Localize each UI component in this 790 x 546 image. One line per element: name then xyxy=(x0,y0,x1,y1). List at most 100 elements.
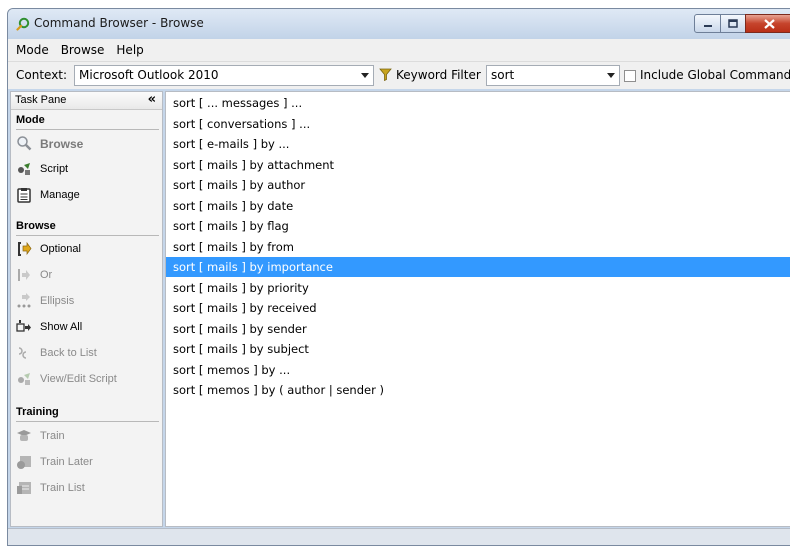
command-browser-window: Command Browser - Browse Mode Browse Hel… xyxy=(7,8,790,546)
menu-help[interactable]: Help xyxy=(116,43,143,57)
section-divider xyxy=(16,129,159,130)
context-toolbar: Context: Microsoft Outlook 2010 Keyword … xyxy=(8,61,790,89)
training-item-label: Train xyxy=(40,430,65,442)
window-title: Command Browser - Browse xyxy=(34,16,204,30)
keyword-filter-value: sort xyxy=(491,68,515,82)
command-row-selected[interactable]: sort [ mails ] by importance xyxy=(166,257,790,277)
command-text: sort [ memos ] by ( author | sender ) xyxy=(173,383,384,397)
section-divider xyxy=(16,235,159,236)
browse-item-label: Optional xyxy=(40,243,81,255)
optional-icon xyxy=(18,241,32,256)
mode-item-script[interactable]: Script xyxy=(16,160,159,180)
keyword-filter-dropdown[interactable]: sort xyxy=(486,65,620,86)
train-icon xyxy=(17,430,31,441)
mode-item-browse[interactable]: Browse xyxy=(16,134,159,154)
browse-item-label: Or xyxy=(40,269,53,281)
command-text: sort [ mails ] by sender xyxy=(173,322,307,336)
command-row[interactable]: sort [ conversations ] ... xyxy=(166,114,790,134)
mode-item-label: Browse xyxy=(40,137,84,151)
ellipsis-icon xyxy=(17,293,31,308)
train-later-icon xyxy=(17,456,31,469)
menu-mode[interactable]: Mode xyxy=(16,43,49,57)
command-text: sort [ mails ] by importance xyxy=(173,260,333,274)
status-bar xyxy=(8,528,790,545)
browse-item-label: Show All xyxy=(40,321,83,333)
command-text: sort [ mails ] by received xyxy=(173,301,317,315)
browse-item-ellipsis[interactable]: Ellipsis xyxy=(16,292,159,312)
browse-item-or[interactable]: Or xyxy=(16,266,159,286)
training-item-label: Train List xyxy=(40,482,85,494)
include-global-label[interactable]: Include Global Commands xyxy=(640,68,790,82)
chevron-down-icon xyxy=(361,73,369,78)
browse-item-label: View/Edit Script xyxy=(40,373,117,385)
show-all-icon xyxy=(16,320,31,332)
command-text: sort [ mails ] by subject xyxy=(173,342,309,356)
command-row[interactable]: sort [ mails ] by flag xyxy=(166,216,790,236)
minimize-button[interactable] xyxy=(694,14,721,33)
maximize-button[interactable] xyxy=(720,14,746,33)
command-row[interactable]: sort [ memos ] by ... xyxy=(166,360,790,380)
command-text: sort [ mails ] by author xyxy=(173,178,306,192)
training-item-train-later[interactable]: Train Later xyxy=(16,453,159,473)
manage-icon xyxy=(17,188,31,203)
command-row[interactable]: sort [ e-mails ] by ... xyxy=(166,134,790,154)
command-row[interactable]: sort [ ... messages ] ... xyxy=(166,93,790,113)
command-text: sort [ mails ] by flag xyxy=(173,219,289,233)
mode-item-label: Script xyxy=(40,163,69,175)
command-row[interactable]: sort [ mails ] by from xyxy=(166,237,790,257)
browse-item-show-all[interactable]: Show All xyxy=(16,318,159,338)
command-row[interactable]: sort [ mails ] by sender xyxy=(166,319,790,339)
command-row[interactable]: sort [ mails ] by date xyxy=(166,196,790,216)
collapse-pane-button[interactable]: « xyxy=(148,92,156,107)
command-row[interactable]: sort [ mails ] by priority xyxy=(166,278,790,298)
command-text: sort [ conversations ] ... xyxy=(173,117,311,131)
train-list-icon xyxy=(17,482,31,494)
task-pane: Task Pane « Mode Browse Script Manage Br… xyxy=(10,91,163,527)
app-icon xyxy=(16,17,30,31)
command-text: sort [ mails ] by priority xyxy=(173,281,309,295)
section-title-training: Training xyxy=(16,406,59,418)
include-global-checkbox[interactable] xyxy=(624,70,636,82)
browse-item-view-edit-script[interactable]: View/Edit Script xyxy=(16,370,159,390)
command-row[interactable]: sort [ mails ] by attachment xyxy=(166,155,790,175)
maximize-icon xyxy=(728,19,738,28)
training-item-train[interactable]: Train xyxy=(16,427,159,447)
context-value: Microsoft Outlook 2010 xyxy=(79,68,219,82)
command-text: sort [ memos ] by ... xyxy=(173,363,291,377)
command-text: sort [ e-mails ] by ... xyxy=(173,137,290,151)
close-icon xyxy=(763,18,775,29)
context-label: Context: xyxy=(16,68,68,82)
or-icon xyxy=(18,269,30,281)
close-button[interactable] xyxy=(745,14,790,33)
view-edit-script-icon xyxy=(18,373,30,385)
mode-item-manage[interactable]: Manage xyxy=(16,186,159,206)
command-text: sort [ mails ] by attachment xyxy=(173,158,335,172)
command-row[interactable]: sort [ memos ] by ( author | sender ) xyxy=(166,380,790,400)
browse-item-label: Back to List xyxy=(40,347,97,359)
keyword-filter-label: Keyword Filter xyxy=(396,68,481,82)
magnifier-icon xyxy=(17,136,32,151)
task-pane-header: Task Pane « xyxy=(11,92,162,110)
command-text: sort [ mails ] by date xyxy=(173,199,294,213)
chevron-down-icon xyxy=(607,73,615,78)
menu-browse[interactable]: Browse xyxy=(61,43,105,57)
filter-icon xyxy=(379,68,392,81)
browse-item-back-to-list[interactable]: Back to List xyxy=(16,344,159,364)
script-icon xyxy=(18,163,30,175)
command-row[interactable]: sort [ mails ] by received xyxy=(166,298,790,318)
context-dropdown[interactable]: Microsoft Outlook 2010 xyxy=(74,65,374,86)
task-pane-title: Task Pane xyxy=(15,94,67,106)
section-divider xyxy=(16,421,159,422)
section-title-mode: Mode xyxy=(16,114,45,126)
mode-item-label: Manage xyxy=(40,189,80,201)
command-list: sort [ ... messages ] ... sort [ convers… xyxy=(165,91,790,527)
section-title-browse: Browse xyxy=(16,220,56,232)
training-item-train-list[interactable]: Train List xyxy=(16,479,159,499)
browse-item-optional[interactable]: Optional xyxy=(16,240,159,260)
title-bar[interactable]: Command Browser - Browse xyxy=(8,9,790,39)
back-to-list-icon xyxy=(18,347,27,359)
menu-bar: Mode Browse Help xyxy=(8,39,790,61)
command-row[interactable]: sort [ mails ] by author xyxy=(166,175,790,195)
training-item-label: Train Later xyxy=(40,456,93,468)
command-row[interactable]: sort [ mails ] by subject xyxy=(166,339,790,359)
